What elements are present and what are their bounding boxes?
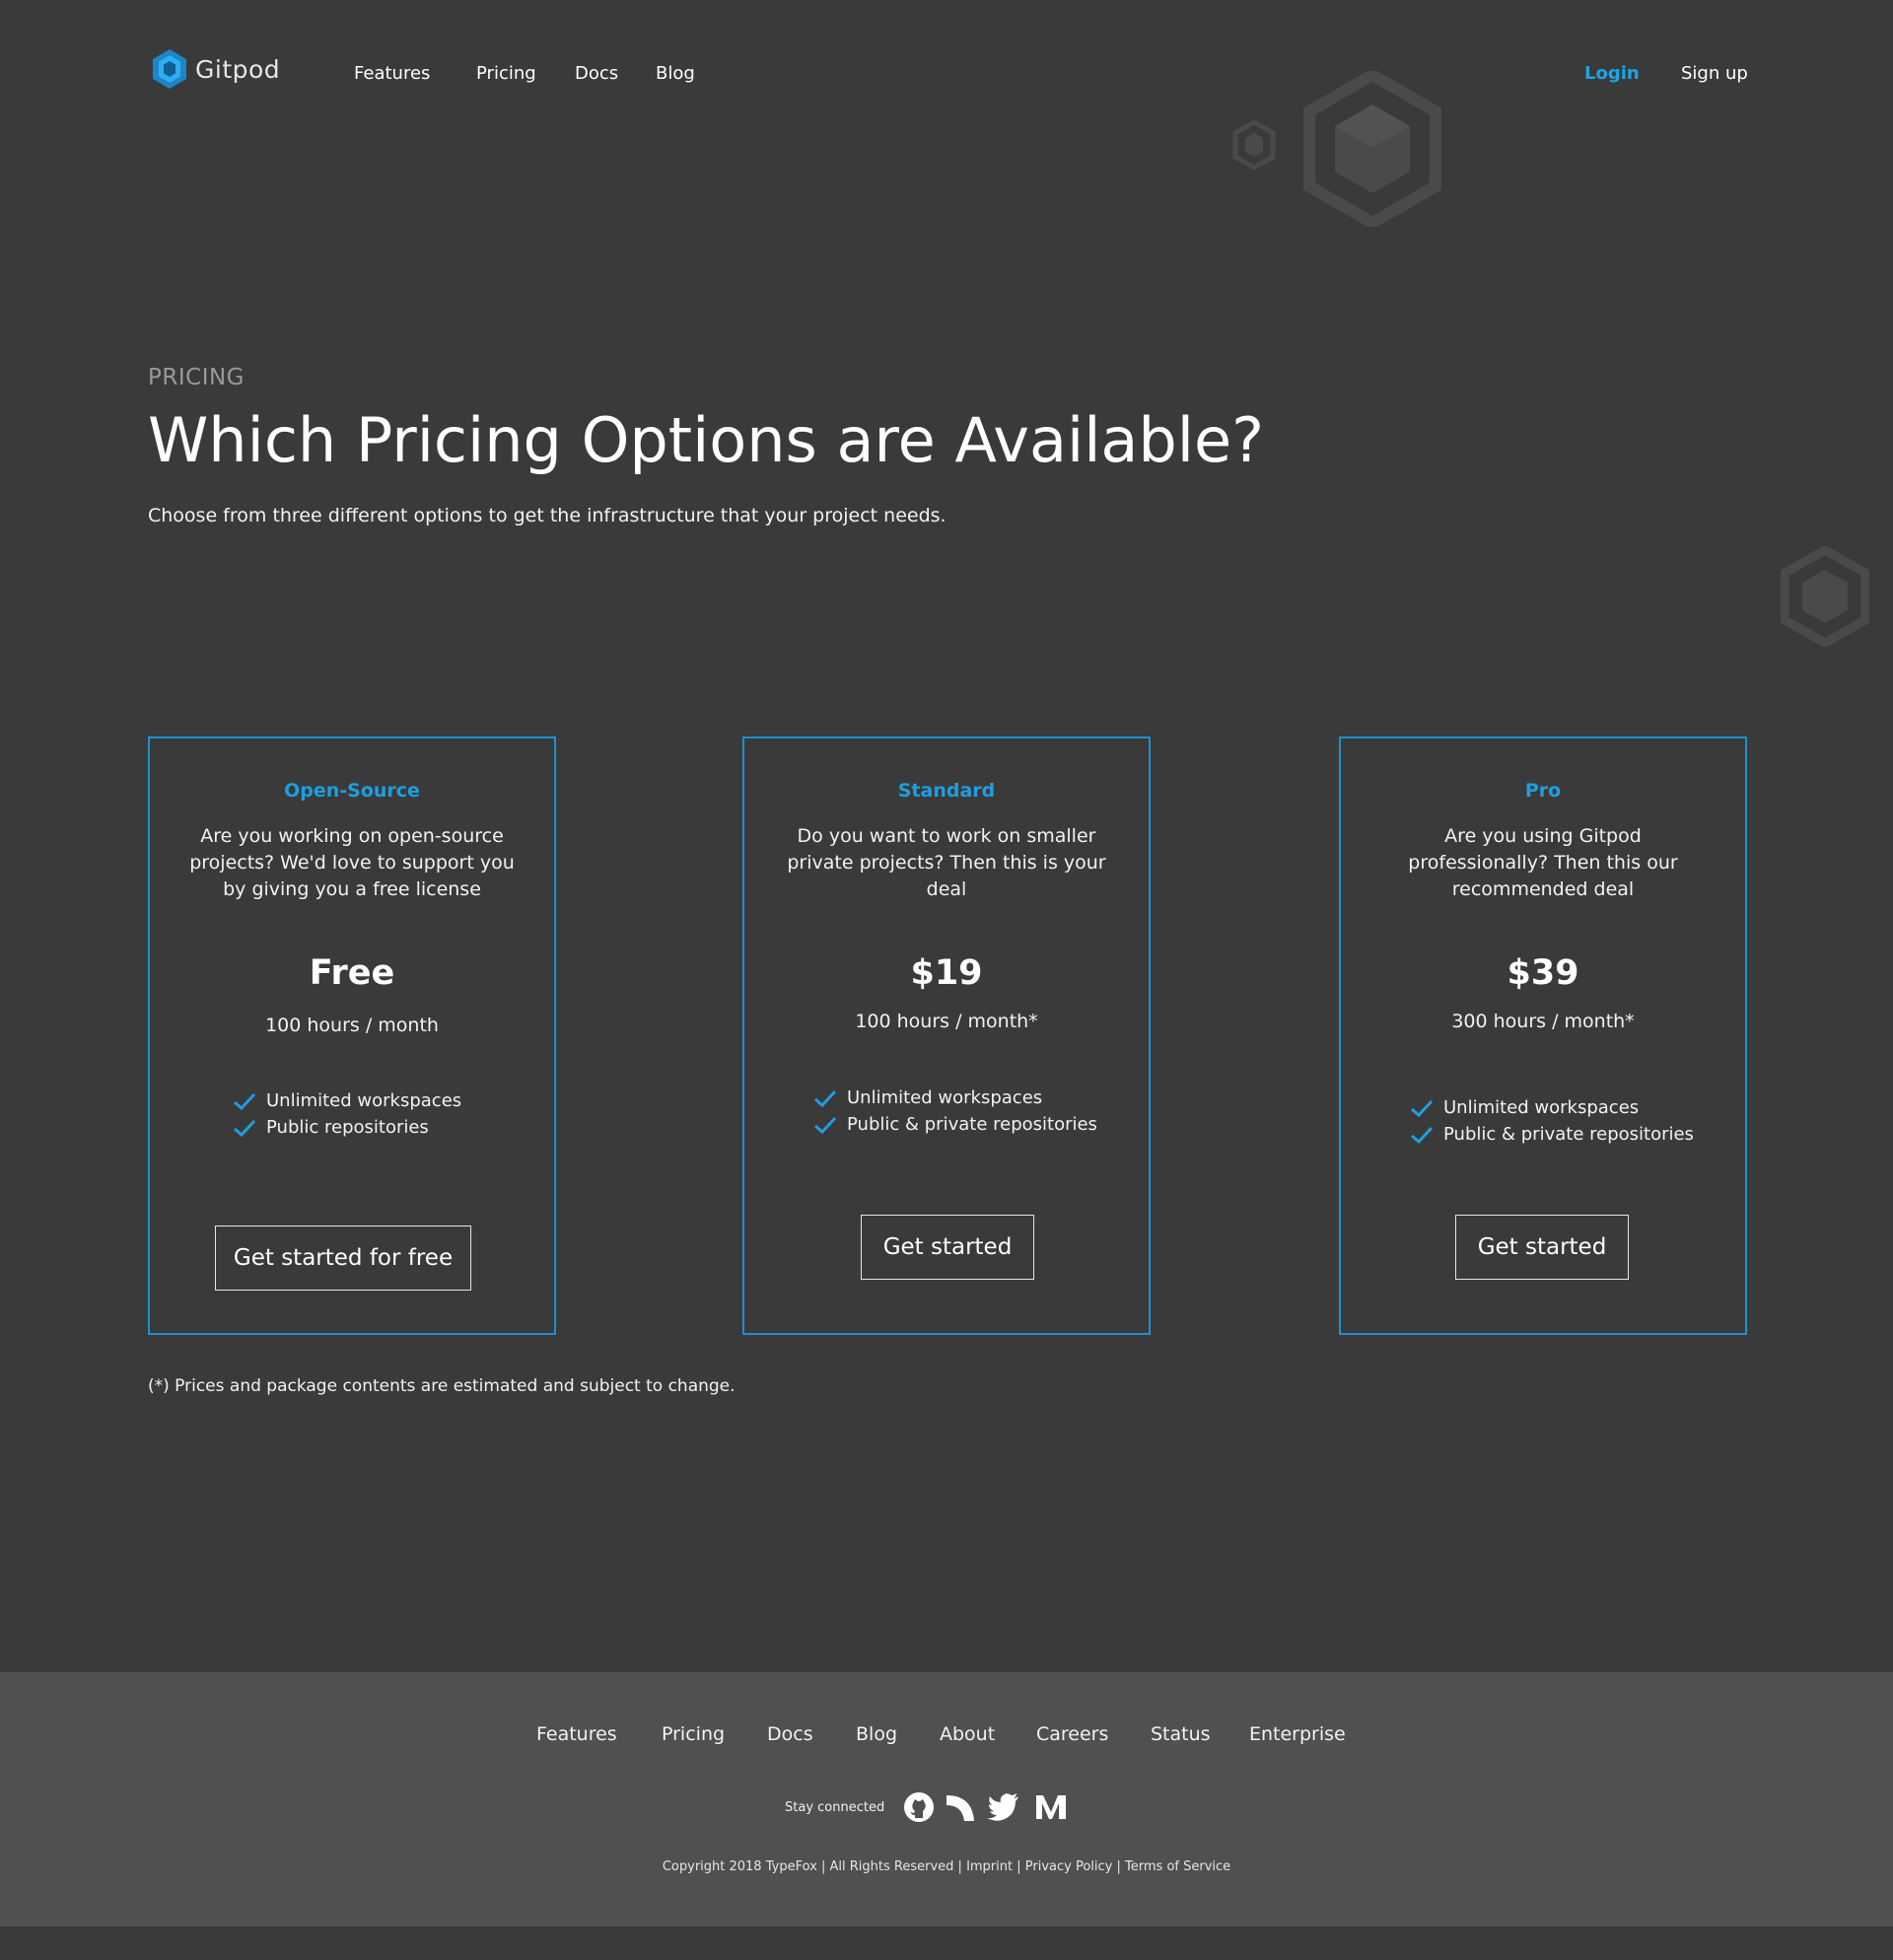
pricing-footnote: (*) Prices and package contents are esti… — [148, 1376, 736, 1396]
checkmark-icon — [234, 1119, 256, 1137]
plan-description: Do you want to work on smaller private p… — [787, 825, 1106, 900]
footer-link-status[interactable]: Status — [1151, 1723, 1211, 1745]
plan-name: Standard — [897, 780, 996, 802]
decorative-hexagon-icon — [1232, 120, 1276, 170]
list-item: Unlimited workspaces — [813, 1085, 1097, 1111]
copyright-text: Copyright 2018 TypeFox — [662, 1859, 817, 1874]
plan-card-standard: Standard Do you want to work on smaller … — [742, 736, 1151, 1335]
plan-card-open-source: Open-Source Are you working on open-sour… — [148, 736, 556, 1335]
list-item: Public & private repositories — [813, 1111, 1097, 1138]
list-item: Unlimited workspaces — [233, 1087, 461, 1114]
page-title: Which Pricing Options are Available? — [148, 404, 1265, 476]
feature-label: Public & private repositories — [847, 1114, 1097, 1135]
plan-feature-list: Unlimited workspaces Public & private re… — [813, 1085, 1097, 1138]
get-started-free-button[interactable]: Get started for free — [215, 1225, 471, 1291]
decorative-hexagon-large-icon — [1303, 71, 1441, 227]
list-item: Public & private repositories — [1410, 1121, 1694, 1148]
checkmark-icon — [1411, 1126, 1434, 1144]
signup-link[interactable]: Sign up — [1681, 63, 1748, 84]
get-started-pro-button[interactable]: Get started — [1455, 1215, 1629, 1280]
terms-of-service-link[interactable]: Terms of Service — [1125, 1859, 1230, 1874]
spectrum-icon — [946, 1795, 974, 1821]
plan-feature-list: Unlimited workspaces Public & private re… — [1410, 1094, 1694, 1148]
github-link[interactable] — [902, 1790, 936, 1824]
brand-name: Gitpod — [195, 54, 281, 84]
plan-description: Are you working on open-source projects?… — [189, 825, 515, 900]
privacy-policy-link[interactable]: Privacy Policy — [1025, 1859, 1113, 1874]
plan-hours: 300 hours / month* — [1451, 1011, 1635, 1032]
feature-label: Unlimited workspaces — [847, 1087, 1043, 1108]
nav-features[interactable]: Features — [354, 63, 430, 84]
plan-price: $19 — [910, 953, 983, 993]
feature-label: Public & private repositories — [1443, 1124, 1694, 1145]
copyright-line: Copyright 2018 TypeFox | All Rights Rese… — [662, 1859, 1231, 1874]
feature-label: Unlimited workspaces — [266, 1090, 462, 1111]
plan-price: Free — [309, 953, 395, 993]
nav-docs[interactable]: Docs — [575, 63, 618, 84]
plan-hours: 100 hours / month* — [855, 1011, 1038, 1032]
checkmark-icon — [234, 1092, 256, 1110]
imprint-link[interactable]: Imprint — [966, 1859, 1013, 1874]
footer-link-features[interactable]: Features — [536, 1723, 617, 1745]
feature-label: Public repositories — [266, 1117, 429, 1138]
plan-description: Are you using Gitpod professionally? The… — [1408, 825, 1678, 900]
footer-link-pricing[interactable]: Pricing — [662, 1723, 725, 1745]
plan-card-pro: Pro Are you using Gitpod professionally?… — [1339, 736, 1747, 1335]
footer-link-docs[interactable]: Docs — [767, 1723, 813, 1745]
stay-connected-label: Stay connected — [785, 1800, 885, 1815]
get-started-standard-button[interactable]: Get started — [861, 1215, 1034, 1280]
plan-price: $39 — [1507, 953, 1579, 993]
feature-label: Unlimited workspaces — [1443, 1097, 1640, 1118]
plan-name: Open-Source — [284, 780, 420, 802]
medium-icon — [1036, 1795, 1066, 1819]
nav-pricing[interactable]: Pricing — [476, 63, 536, 84]
github-icon — [904, 1792, 934, 1822]
footer-link-about[interactable]: About — [940, 1723, 995, 1745]
spectrum-link[interactable] — [944, 1790, 977, 1824]
footer-link-blog[interactable]: Blog — [856, 1723, 897, 1745]
site-header: Gitpod Features Pricing Docs Blog Login … — [0, 0, 1893, 158]
footer-link-careers[interactable]: Careers — [1036, 1723, 1108, 1745]
checkmark-icon — [814, 1089, 837, 1107]
list-item: Public repositories — [233, 1114, 461, 1141]
login-link[interactable]: Login — [1584, 63, 1640, 84]
nav-blog[interactable]: Blog — [656, 63, 695, 84]
checkmark-icon — [1411, 1099, 1434, 1117]
brand-logo[interactable]: Gitpod — [150, 47, 280, 91]
page-subtitle: Choose from three different options to g… — [148, 505, 946, 526]
site-footer: Features Pricing Docs Blog About Careers… — [0, 1672, 1893, 1926]
footer-link-enterprise[interactable]: Enterprise — [1249, 1723, 1346, 1745]
plan-hours: 100 hours / month — [265, 1015, 439, 1036]
page-bottom-strip — [0, 1926, 1893, 1960]
section-eyebrow: PRICING — [148, 365, 245, 390]
plan-name: Pro — [1524, 780, 1562, 802]
medium-link[interactable] — [1034, 1790, 1068, 1824]
gitpod-logo-icon — [153, 49, 186, 89]
decorative-hexagon-right-icon — [1781, 546, 1869, 647]
rights-text: All Rights Reserved — [829, 1859, 954, 1874]
checkmark-icon — [814, 1116, 837, 1134]
twitter-icon — [987, 1793, 1018, 1821]
list-item: Unlimited workspaces — [1410, 1094, 1694, 1121]
plan-feature-list: Unlimited workspaces Public repositories — [233, 1087, 461, 1141]
twitter-link[interactable] — [987, 1790, 1020, 1824]
